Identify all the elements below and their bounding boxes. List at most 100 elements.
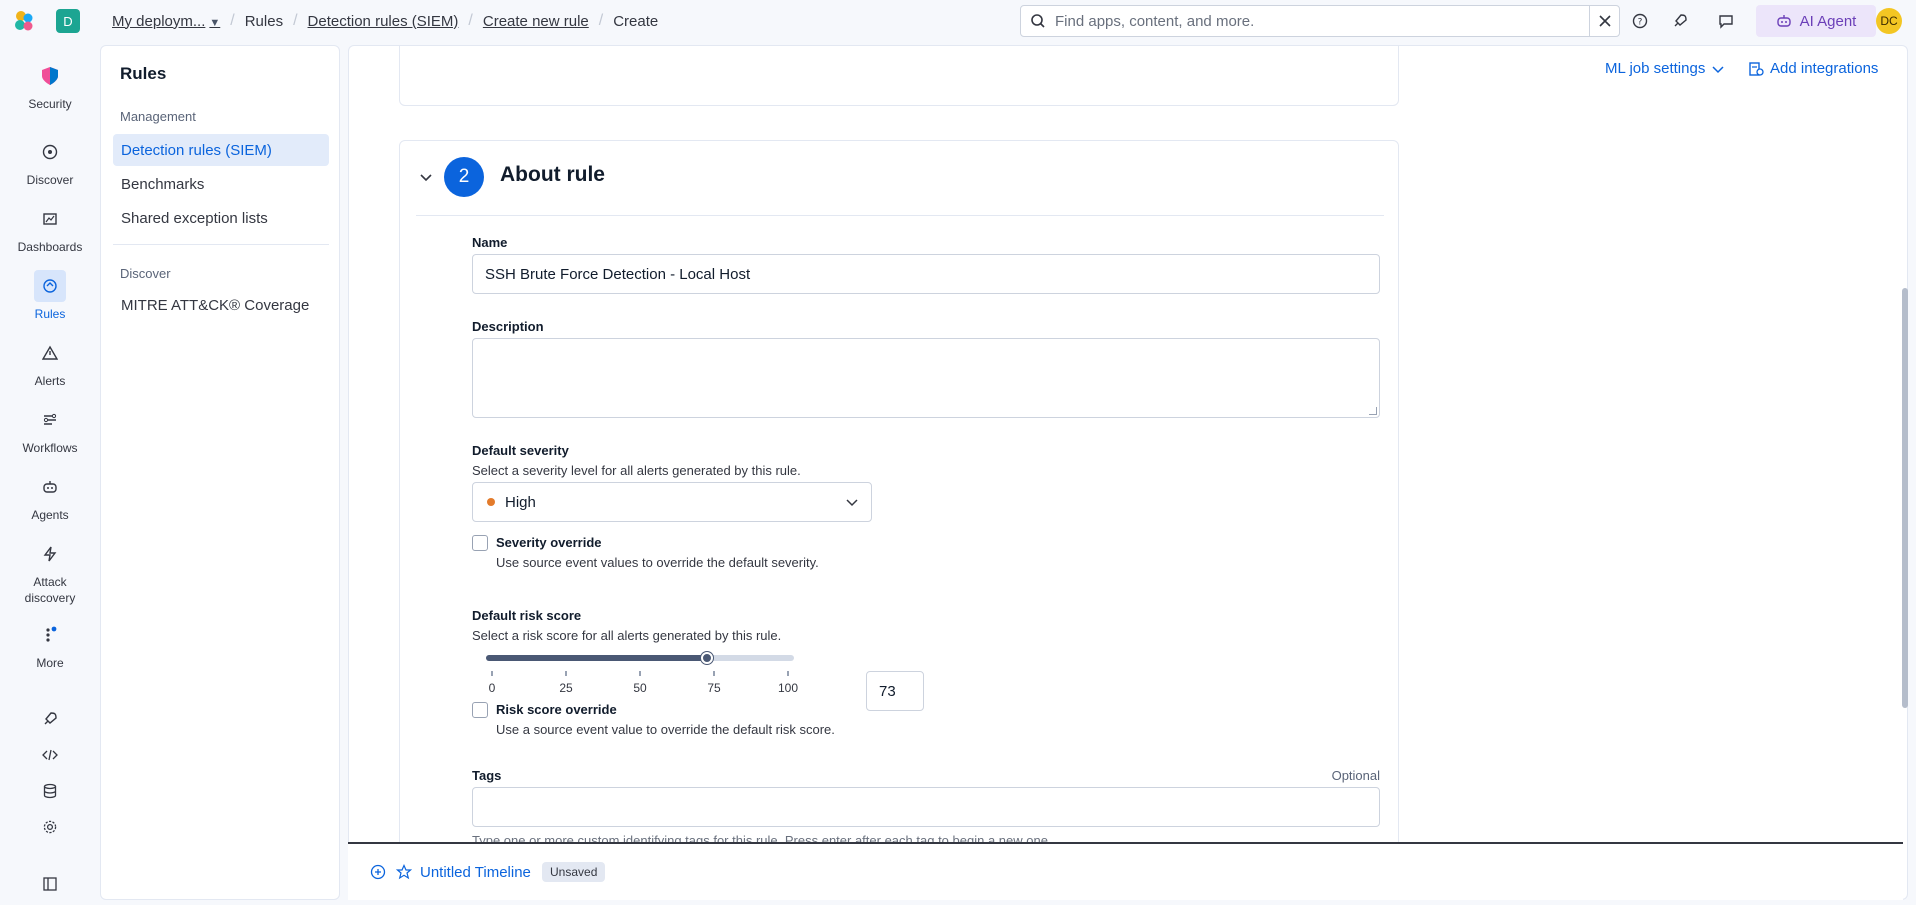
dots-icon — [34, 619, 66, 651]
svg-text:?: ? — [1638, 18, 1643, 28]
define-rule-card — [399, 46, 1399, 106]
main-panel: ML job settings Add integrations 2 About… — [348, 45, 1908, 900]
severity-override-label: Severity override — [496, 535, 602, 550]
name-input[interactable]: SSH Brute Force Detection - Local Host — [472, 254, 1380, 294]
bolt-icon — [34, 538, 66, 570]
rail-item-rules[interactable]: Rules — [0, 270, 100, 322]
breadcrumb: My deploym... ▼ / Rules / Detection rules… — [112, 12, 659, 30]
main-scrollbar[interactable] — [1902, 288, 1908, 708]
elastic-logo-icon[interactable] — [12, 9, 36, 33]
chevron-down-icon — [846, 499, 858, 507]
risk-override-label: Risk score override — [496, 702, 617, 717]
step-number: 2 — [444, 157, 484, 197]
timeline-title-link[interactable]: Untitled Timeline — [420, 864, 531, 881]
chevron-down-icon: ▼ — [209, 16, 221, 29]
ai-agent-button[interactable]: AI Agent — [1756, 5, 1876, 37]
risk-score-help: Select a risk score for all alerts gener… — [472, 628, 782, 643]
collapse-nav-icon[interactable] — [34, 868, 66, 900]
star-icon[interactable] — [395, 864, 413, 883]
subnav-group-management: Management — [120, 109, 196, 124]
slider-tick — [491, 671, 493, 676]
breadcrumb-create: Create — [613, 12, 659, 30]
severity-dot-icon — [487, 498, 495, 506]
search-icon — [1021, 13, 1055, 29]
subnav-group-discover: Discover — [120, 266, 171, 281]
subnav-title: Rules — [120, 64, 167, 83]
breadcrumb-detection-rules[interactable]: Detection rules (SIEM) — [308, 13, 459, 30]
help-icon[interactable]: ? — [1628, 9, 1652, 33]
slider-tick-label: 25 — [559, 681, 573, 695]
tags-label: Tags — [472, 768, 502, 783]
left-rail: Security Discover Dashboards Rules Alert… — [0, 42, 100, 905]
subnav-item-mitre-coverage[interactable]: MITRE ATT&CK® Coverage — [113, 289, 329, 321]
severity-override-help: Use source event values to override the … — [496, 555, 819, 570]
risk-score-input[interactable]: 73 — [866, 671, 924, 711]
ai-agent-label: AI Agent — [1799, 12, 1857, 30]
global-search[interactable]: Find apps, content, and more. — [1020, 5, 1620, 37]
rail-item-discover[interactable]: Discover — [0, 136, 100, 188]
gear-icon[interactable] — [34, 811, 66, 843]
chevron-down-icon — [1712, 65, 1724, 73]
description-textarea[interactable] — [472, 338, 1380, 418]
rail-item-agents[interactable]: Agents — [0, 471, 100, 523]
breadcrumb-create-new-rule[interactable]: Create new rule — [483, 13, 589, 30]
rules-subnav: Rules Management Detection rules (SIEM) … — [100, 45, 340, 900]
avatar[interactable]: DC — [1876, 8, 1902, 34]
tags-input[interactable] — [472, 787, 1380, 827]
severity-select[interactable]: High — [472, 482, 872, 522]
risk-override-help: Use a source event value to override the… — [496, 722, 835, 737]
integrations-icon — [1749, 61, 1764, 76]
severity-override-checkbox[interactable] — [472, 535, 488, 551]
rail-item-alerts[interactable]: Alerts — [0, 337, 100, 389]
add-circle-icon[interactable] — [370, 864, 386, 883]
breadcrumb-rules[interactable]: Rules — [245, 13, 283, 30]
risk-score-slider[interactable] — [486, 652, 794, 664]
slider-tick — [565, 671, 567, 676]
subnav-item-benchmarks[interactable]: Benchmarks — [113, 168, 329, 200]
card-title: About rule — [500, 163, 605, 186]
top-bar: D My deploym... ▼ / Rules / Detection rul… — [0, 0, 1916, 42]
rail-item-attack-discovery[interactable]: Attack discovery — [0, 538, 100, 606]
database-icon[interactable] — [34, 775, 66, 807]
risk-override-checkbox[interactable] — [472, 702, 488, 718]
subnav-item-detection-rules[interactable]: Detection rules (SIEM) — [113, 134, 329, 166]
about-rule-card: 2 About rule Name SSH Brute Force Detect… — [399, 140, 1399, 899]
compass-icon — [34, 136, 66, 168]
status-badge: Unsaved — [542, 862, 606, 882]
warning-icon — [34, 337, 66, 369]
slider-tick — [713, 671, 715, 676]
ml-job-settings-button[interactable]: ML job settings — [1605, 60, 1725, 77]
chevron-down-icon[interactable] — [416, 167, 436, 187]
rail-item-dashboards[interactable]: Dashboards — [0, 203, 100, 255]
risk-score-label: Default risk score — [472, 608, 582, 623]
add-integrations-button[interactable]: Add integrations — [1748, 60, 1878, 77]
slider-fill — [486, 655, 709, 661]
code-icon[interactable] — [34, 739, 66, 771]
rail-item-more[interactable]: More — [0, 619, 100, 671]
close-icon[interactable] — [1589, 6, 1619, 36]
robot-icon — [34, 471, 66, 503]
severity-value: High — [505, 493, 536, 511]
security-logo-icon — [34, 60, 66, 92]
rail-item-security[interactable]: Security — [0, 60, 100, 112]
breadcrumb-deployment[interactable]: My deploym... ▼ — [112, 13, 220, 30]
rules-icon — [34, 270, 66, 302]
severity-label: Default severity — [472, 443, 569, 458]
name-label: Name — [472, 235, 508, 250]
slider-thumb[interactable] — [701, 652, 714, 664]
tags-optional-hint: Optional — [1331, 768, 1380, 783]
resize-handle-icon[interactable] — [1369, 407, 1377, 415]
rocket-icon[interactable] — [34, 703, 66, 735]
rocket-icon[interactable] — [1668, 9, 1692, 33]
search-input[interactable]: Find apps, content, and more. — [1055, 13, 1589, 30]
rail-item-workflows[interactable]: Workflows — [0, 404, 100, 456]
dashboard-icon — [34, 203, 66, 235]
slider-tick-label: 50 — [633, 681, 647, 695]
chat-icon[interactable] — [1714, 9, 1738, 33]
subnav-item-shared-exception-lists[interactable]: Shared exception lists — [113, 202, 329, 234]
slider-tick-label: 100 — [777, 681, 799, 695]
slider-tick — [639, 671, 641, 676]
slider-tick-label: 0 — [488, 681, 496, 695]
space-avatar[interactable]: D — [56, 9, 80, 33]
robot-icon — [1776, 15, 1791, 27]
